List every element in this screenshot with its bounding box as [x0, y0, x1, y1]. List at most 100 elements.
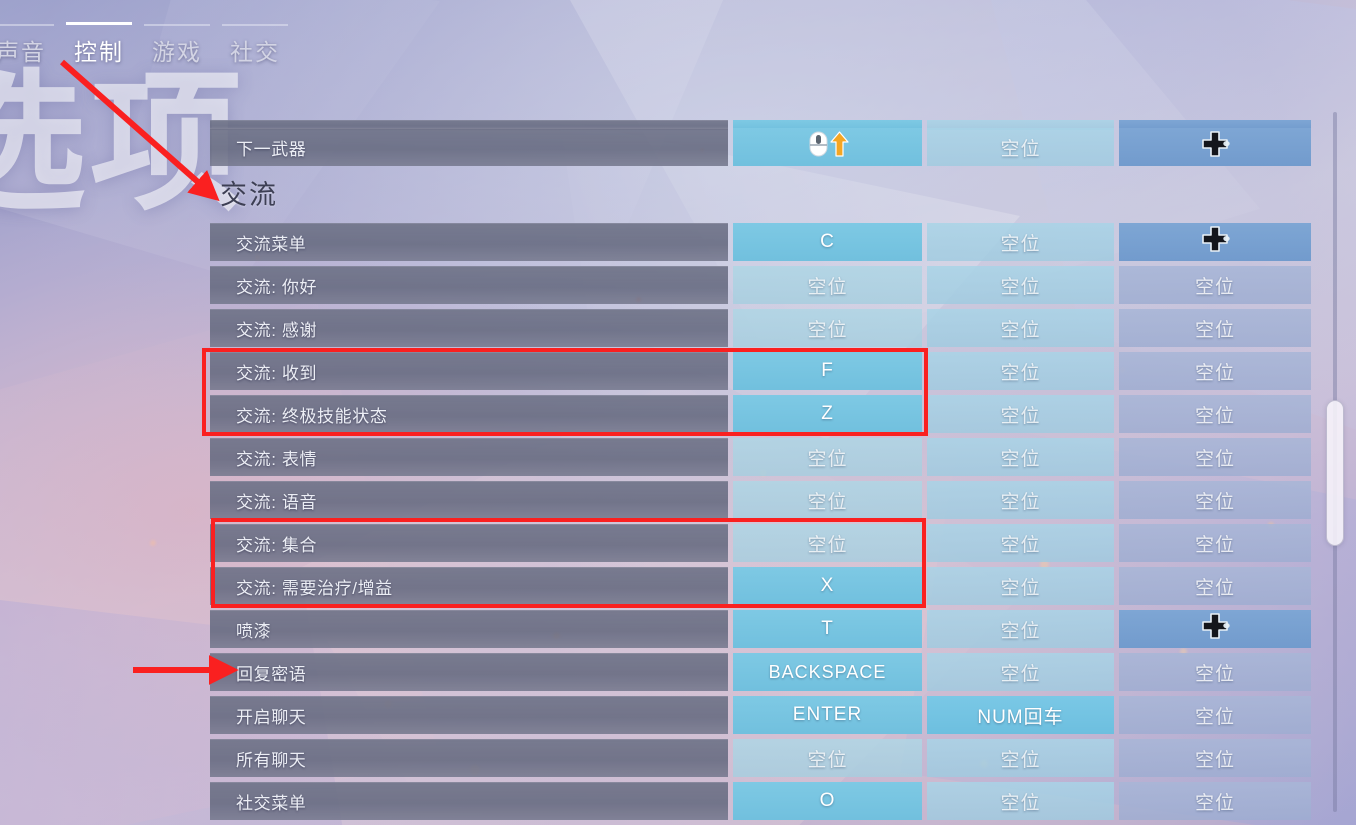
keybind-cell-3[interactable] — [1119, 128, 1311, 166]
table-row[interactable]: 交流: 集合 空位 空位 空位 — [210, 524, 1320, 562]
keybind-cell-2[interactable]: 空位 — [927, 481, 1114, 519]
keybind-value: 空位 — [1194, 663, 1235, 685]
tab-gameplay[interactable]: 游戏 — [138, 24, 216, 70]
keybind-cell-2[interactable]: 空位 — [927, 223, 1114, 261]
keybind-cell-2[interactable]: 空位 — [927, 438, 1114, 476]
keybind-cell-2[interactable]: 空位 — [927, 352, 1114, 390]
keybind-cell-2[interactable]: 空位 — [927, 266, 1114, 304]
keybind-cell-3[interactable]: 空位 — [1119, 567, 1311, 605]
keybind-cell-1[interactable]: 空位 — [733, 438, 922, 476]
table-row[interactable]: 下一武器 空位 — [210, 128, 1320, 166]
keybind-value: BACKSPACE — [768, 661, 887, 682]
row-label: 下一武器 — [210, 128, 728, 166]
tab-sound[interactable]: 声音 — [0, 24, 60, 70]
keybind-value: 空位 — [807, 749, 848, 771]
row-label: 所有聊天 — [210, 739, 728, 777]
keybind-cell-1[interactable]: X — [733, 567, 922, 605]
section-heading-communication: 交流 — [220, 180, 278, 210]
mouse-scroll-up-icon — [805, 130, 851, 164]
table-row[interactable]: 回复密语 BACKSPACE 空位 空位 — [210, 653, 1320, 691]
keybind-cell-3[interactable]: 空位 — [1119, 266, 1311, 304]
keybind-cell-2[interactable]: 空位 — [927, 567, 1114, 605]
keybind-cell-1[interactable]: F — [733, 352, 922, 390]
keybind-value: 空位 — [1000, 663, 1041, 685]
scrollbar-thumb[interactable] — [1326, 400, 1344, 546]
row-label: 交流菜单 — [210, 223, 728, 261]
table-row[interactable]: 交流: 语音 空位 空位 空位 — [210, 481, 1320, 519]
keybind-cell-1[interactable]: 空位 — [733, 739, 922, 777]
keybind-cell-3[interactable] — [1119, 610, 1311, 648]
keybind-value: 空位 — [1000, 319, 1041, 341]
row-label: 交流: 你好 — [210, 266, 728, 304]
table-row[interactable]: 社交菜单 O 空位 空位 — [210, 782, 1320, 820]
tab-label: 声音 — [0, 39, 46, 65]
keybind-value: 空位 — [807, 276, 848, 298]
keybind-value: 空位 — [1000, 138, 1041, 160]
keybind-cell-2[interactable]: 空位 — [927, 309, 1114, 347]
keybind-cell-1[interactable]: BACKSPACE — [733, 653, 922, 691]
keybind-cell-3[interactable]: 空位 — [1119, 481, 1311, 519]
keybind-cell-3[interactable]: 空位 — [1119, 438, 1311, 476]
keybind-cell-3[interactable]: 空位 — [1119, 352, 1311, 390]
table-row[interactable]: 所有聊天 空位 空位 空位 — [210, 739, 1320, 777]
keybind-cell-1[interactable]: C — [733, 223, 922, 261]
keybind-value: 空位 — [1000, 749, 1041, 771]
tab-label: 游戏 — [152, 39, 202, 65]
tab-underline — [66, 22, 132, 25]
keybind-cell-2[interactable]: 空位 — [927, 128, 1114, 166]
table-row[interactable]: 喷漆 T 空位 — [210, 610, 1320, 648]
keybind-cell-1[interactable]: O — [733, 782, 922, 820]
keybind-cell-3[interactable]: 空位 — [1119, 524, 1311, 562]
keybind-value: 空位 — [1000, 577, 1041, 599]
keybind-value: C — [820, 231, 835, 252]
table-row[interactable]: 交流: 终极技能状态 Z 空位 空位 — [210, 395, 1320, 433]
keybind-cell-1[interactable]: 空位 — [733, 266, 922, 304]
keybind-cell-1[interactable]: 空位 — [733, 481, 922, 519]
keybind-cell-2[interactable]: 空位 — [927, 524, 1114, 562]
keybind-value: O — [819, 790, 836, 811]
keybind-value: 空位 — [1194, 491, 1235, 513]
table-row[interactable]: 交流: 需要治疗/增益 X 空位 空位 — [210, 567, 1320, 605]
settings-tab-bar: 声音 控制 游戏 社交 — [0, 22, 294, 70]
keybind-cell-2[interactable]: 空位 — [927, 653, 1114, 691]
keybind-value: 空位 — [1194, 448, 1235, 470]
keybind-cell-3[interactable]: 空位 — [1119, 696, 1311, 734]
keybind-value: 空位 — [1000, 362, 1041, 384]
row-label: 交流: 收到 — [210, 352, 728, 390]
keybind-cell-1[interactable]: Z — [733, 395, 922, 433]
table-row[interactable]: 开启聊天 ENTER NUM回车 空位 — [210, 696, 1320, 734]
keybind-cell-1[interactable]: T — [733, 610, 922, 648]
dpad-icon — [1200, 613, 1230, 645]
keybind-cell-3[interactable]: 空位 — [1119, 782, 1311, 820]
dpad-icon — [1200, 131, 1230, 163]
keybind-cell-2[interactable]: 空位 — [927, 782, 1114, 820]
keybind-cell-2[interactable]: NUM回车 — [927, 696, 1114, 734]
keybind-cell-3[interactable]: 空位 — [1119, 739, 1311, 777]
row-label: 回复密语 — [210, 653, 728, 691]
keybind-value: 空位 — [1000, 448, 1041, 470]
table-row[interactable]: 交流: 收到 F 空位 空位 — [210, 352, 1320, 390]
keybind-value: 空位 — [1000, 233, 1041, 255]
keybind-cell-3[interactable]: 空位 — [1119, 395, 1311, 433]
row-label: 社交菜单 — [210, 782, 728, 820]
tab-label: 社交 — [230, 39, 280, 65]
table-row[interactable]: 交流: 感谢 空位 空位 空位 — [210, 309, 1320, 347]
keybind-value: 空位 — [1000, 276, 1041, 298]
keybind-cell-1[interactable]: ENTER — [733, 696, 922, 734]
keybind-cell-3[interactable] — [1119, 223, 1311, 261]
keybind-cell-3[interactable]: 空位 — [1119, 309, 1311, 347]
table-row[interactable]: 交流菜单 C 空位 — [210, 223, 1320, 261]
tab-social[interactable]: 社交 — [216, 24, 294, 70]
row-label: 交流: 终极技能状态 — [210, 395, 728, 433]
keybind-cell-2[interactable]: 空位 — [927, 395, 1114, 433]
keybind-cell-1[interactable]: 空位 — [733, 524, 922, 562]
keybind-value: 空位 — [1000, 620, 1041, 642]
table-row[interactable]: 交流: 你好 空位 空位 空位 — [210, 266, 1320, 304]
table-row[interactable]: 交流: 表情 空位 空位 空位 — [210, 438, 1320, 476]
keybind-cell-3[interactable]: 空位 — [1119, 653, 1311, 691]
keybind-cell-2[interactable]: 空位 — [927, 610, 1114, 648]
keybind-cell-1[interactable] — [733, 128, 922, 166]
tab-controls[interactable]: 控制 — [60, 22, 138, 70]
keybind-cell-1[interactable]: 空位 — [733, 309, 922, 347]
keybind-cell-2[interactable]: 空位 — [927, 739, 1114, 777]
